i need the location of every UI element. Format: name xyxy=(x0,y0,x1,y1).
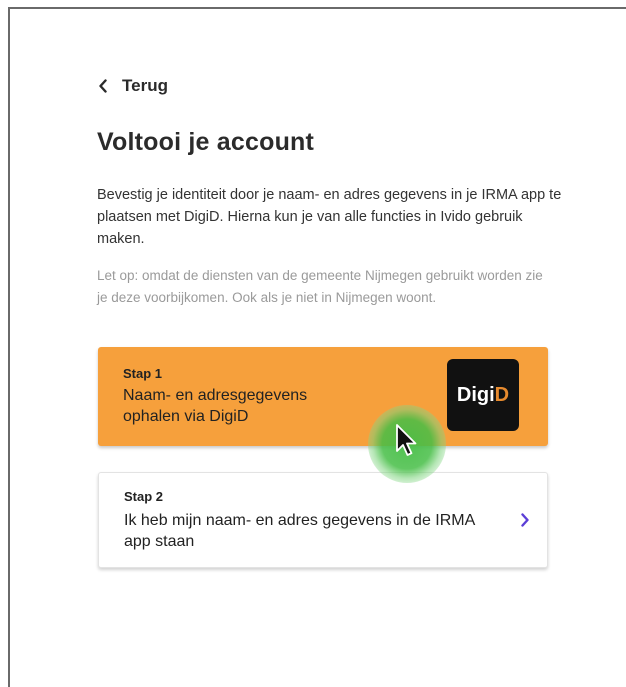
step1-label: Stap 1 xyxy=(123,366,163,381)
step2-label: Stap 2 xyxy=(124,489,164,504)
back-label: Terug xyxy=(122,76,168,95)
step2-irma-card[interactable]: Stap 2 Ik heb mijn naam- en adres gegeve… xyxy=(98,472,548,568)
digid-logo: Digi D xyxy=(447,359,519,431)
intro-text: Bevestig je identiteit door je naam- en … xyxy=(97,187,562,247)
step2-text: Ik heb mijn naam- en adres gegevens in d… xyxy=(124,512,475,550)
digid-logo-accent: D xyxy=(494,383,510,406)
mouse-pointer-icon xyxy=(396,424,417,456)
step1-digid-card[interactable]: Stap 1 Naam- en adresgegevens ophalen vi… xyxy=(98,347,548,446)
digid-logo-text: Digi xyxy=(456,383,495,406)
note-text: Let op: omdat de diensten van de gemeent… xyxy=(97,268,543,305)
back-button[interactable]: Terug xyxy=(98,76,168,96)
step1-text: Naam- en adresgegevens ophalen via DigiD xyxy=(123,387,308,425)
chevron-right-icon xyxy=(521,513,529,527)
chevron-left-icon xyxy=(99,79,107,93)
page-title: Voltooi je account xyxy=(97,128,315,156)
